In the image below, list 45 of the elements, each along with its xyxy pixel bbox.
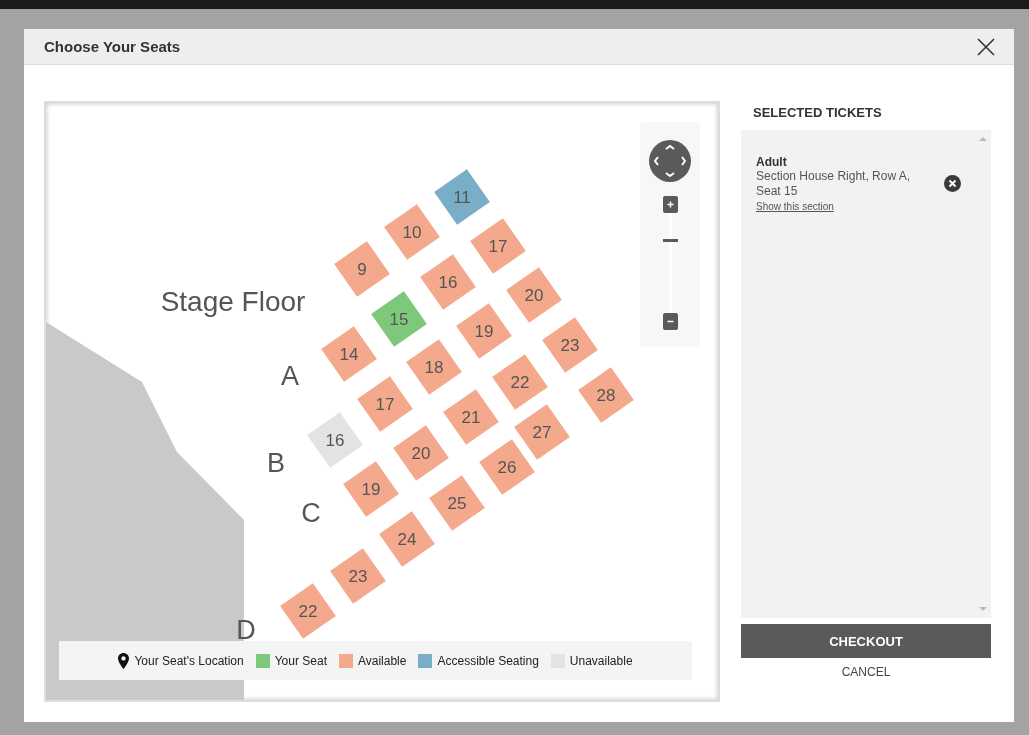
seat-button[interactable]: 17 [470, 218, 526, 274]
seat-button[interactable]: 22 [492, 354, 548, 410]
row-label: B [267, 448, 285, 478]
checkout-button[interactable]: CHECKOUT [741, 624, 991, 658]
show-section-link[interactable]: Show this section [756, 201, 936, 212]
legend-label: Available [357, 653, 407, 668]
legend-label: Your Seat's Location [134, 653, 244, 668]
seat-button[interactable]: 26 [479, 439, 535, 495]
legend-label: Accessible Seating [437, 653, 539, 668]
row-label: A [281, 361, 299, 391]
seat-button[interactable]: 11 [434, 169, 490, 225]
cancel-button[interactable]: CANCEL [741, 664, 991, 680]
zoom-out-icon[interactable] [662, 313, 678, 330]
seat-button[interactable]: 27 [514, 404, 570, 460]
row-label: C [301, 498, 321, 528]
seat-button[interactable]: 22 [280, 583, 336, 639]
seat-button[interactable]: 20 [506, 267, 562, 323]
seat-button[interactable]: 23 [542, 317, 598, 373]
zoom-in-icon[interactable] [662, 196, 678, 213]
pan-icon[interactable] [649, 140, 691, 182]
dialog-title: Choose Your Seats [44, 38, 181, 55]
legend-label: Your Seat [274, 653, 327, 668]
seat-button[interactable]: 10 [384, 204, 440, 260]
seat-button[interactable]: 9 [334, 241, 390, 297]
legend-label: Unavailable [569, 653, 633, 668]
seat-button[interactable]: 19 [456, 303, 512, 359]
seat-button[interactable]: 15 [371, 291, 427, 347]
stage-label: Stage Floor [160, 286, 306, 317]
zoom-slider-handle[interactable] [662, 239, 678, 242]
section-heading: SELECTED TICKETS [753, 105, 883, 120]
seat-button[interactable]: 18 [406, 339, 462, 395]
row-label: D [236, 615, 256, 645]
ticket-type: Adult [756, 155, 788, 169]
seat-button[interactable]: 24 [379, 511, 435, 567]
location-pin-icon [118, 652, 130, 669]
seat-button[interactable]: 20 [393, 425, 449, 481]
seat-button[interactable]: 14 [321, 326, 377, 382]
close-icon[interactable] [977, 37, 995, 56]
seat-button[interactable]: 28 [578, 367, 634, 423]
seat-button[interactable]: 21 [443, 389, 499, 445]
seat-button[interactable]: 25 [429, 475, 485, 531]
seat-button[interactable]: 16 [420, 254, 476, 310]
remove-icon[interactable] [944, 175, 961, 192]
ticket-description: Section House Right, Row A, Seat 15 [756, 169, 912, 199]
seat-button[interactable]: 23 [330, 548, 386, 604]
